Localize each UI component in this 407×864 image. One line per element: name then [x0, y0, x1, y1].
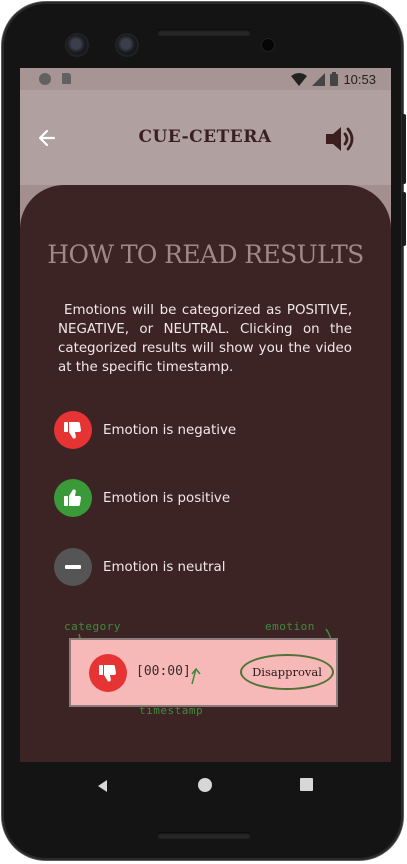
instructions-card: HOW TO READ RESULTS Emotions will be cat…: [20, 185, 391, 808]
nav-recents-icon[interactable]: [300, 778, 313, 791]
legend-item-negative: Emotion is negative: [54, 411, 236, 449]
neutral-badge: [54, 548, 92, 586]
example-timestamp: [00:00]: [136, 664, 191, 679]
legend-item-positive: Emotion is positive: [54, 479, 230, 517]
wifi-icon: [291, 72, 308, 86]
battery-icon: [330, 72, 339, 86]
legend-label-negative: Emotion is negative: [103, 422, 237, 438]
annotation-arrow-timestamp-icon: [191, 667, 201, 685]
back-button[interactable]: [37, 128, 57, 148]
example-category-badge: [89, 654, 127, 692]
status-bar: 10:53: [20, 68, 391, 90]
sd-card-icon: [62, 73, 71, 84]
notification-dot-icon: [39, 73, 51, 85]
thumbs-down-icon: [99, 665, 116, 682]
power-button: [402, 114, 406, 184]
annotation-timestamp: timestamp: [139, 704, 204, 717]
volume-rocker: [402, 192, 406, 246]
thumbs-down-icon: [64, 422, 81, 439]
status-time: 10:53: [343, 71, 376, 87]
phone-frame: 10:53 CUE-CETERA HOW TO READ RESULTS Emo…: [2, 2, 406, 860]
earpiece-speaker: [157, 29, 251, 36]
signal-icon: [312, 72, 326, 86]
instructions-text: Emotions will be categorized as POSITIVE…: [58, 303, 352, 375]
app-bar: CUE-CETERA: [20, 90, 391, 185]
legend-label-positive: Emotion is positive: [103, 490, 231, 506]
nav-back-button[interactable]: [96, 778, 110, 792]
nav-back-icon: [98, 780, 107, 792]
status-right-group: 10:53: [291, 70, 376, 88]
proximity-sensor: [262, 39, 274, 51]
annotation-emotion: emotion: [265, 620, 315, 633]
legend-item-neutral: Emotion is neutral: [54, 548, 225, 586]
legend-label-neutral: Emotion is neutral: [103, 559, 226, 575]
example-result-row: [00:00] Disapproval: [69, 638, 338, 707]
example-emotion-label: Disapproval: [240, 654, 334, 690]
volume-icon: [326, 127, 354, 151]
nav-home-icon[interactable]: [198, 778, 212, 792]
volume-button[interactable]: [323, 124, 357, 154]
negative-badge: [54, 411, 92, 449]
app-title: CUE-CETERA: [138, 127, 272, 147]
system-nav-bar: [20, 762, 391, 808]
bottom-speaker: [157, 832, 251, 839]
screen: 10:53 CUE-CETERA HOW TO READ RESULTS Emo…: [20, 68, 391, 808]
minus-icon: [65, 565, 81, 569]
positive-badge: [54, 479, 92, 517]
arrow-left-icon: [38, 129, 56, 147]
front-camera-icon: [67, 35, 87, 55]
thumbs-up-icon: [64, 489, 81, 506]
section-heading: HOW TO READ RESULTS: [47, 240, 364, 269]
front-camera-2-icon: [117, 35, 137, 55]
